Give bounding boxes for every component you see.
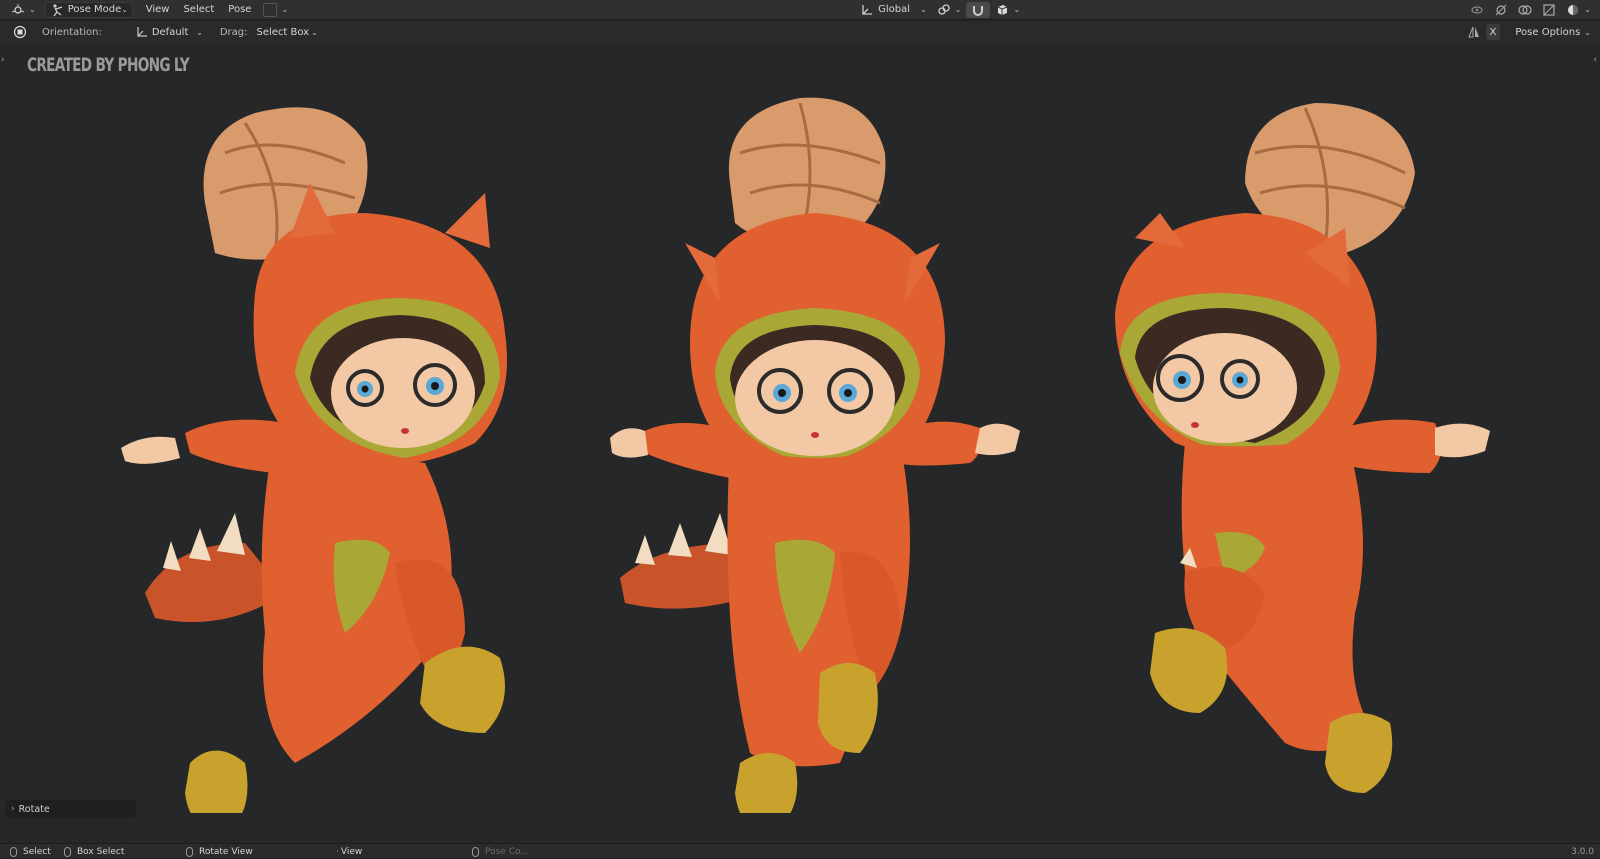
- orientation-global-icon: [860, 3, 874, 17]
- character-face: [1153, 333, 1297, 443]
- chevron-right-icon: ›: [11, 804, 15, 814]
- menu-view[interactable]: View: [139, 1, 177, 19]
- chevron-down-icon: ⌄: [196, 27, 203, 37]
- armature-pose-icon: [51, 3, 65, 17]
- status-rotate-view: Rotate View: [186, 844, 253, 859]
- active-tool-button[interactable]: [8, 24, 32, 40]
- mirror-toggle[interactable]: [1462, 24, 1486, 40]
- sidebar-expand-icon[interactable]: ‹: [1593, 55, 1597, 65]
- status-box-select-label: Box Select: [77, 846, 125, 857]
- orientation-selector[interactable]: Default ⌄: [130, 24, 208, 40]
- mouse-right-icon: [472, 846, 479, 857]
- character-render-left: [121, 107, 507, 813]
- link-icon: [937, 3, 951, 17]
- character-face: [331, 338, 475, 448]
- snap-options-button[interactable]: ⌄: [258, 2, 293, 18]
- chevron-down-icon: ⌄: [121, 5, 128, 14]
- cube-icon: [995, 3, 1009, 17]
- character-render-right: [1115, 103, 1490, 793]
- viewport-header: ⌄ Pose Mode ⌄ View Select Pose ⌄ Global …: [0, 0, 1600, 20]
- snap-toggle[interactable]: [966, 1, 991, 18]
- gizmo-icon: [1494, 3, 1508, 17]
- pose-options-dropdown[interactable]: Pose Options ⌄: [1510, 24, 1596, 40]
- version-label: 3.0.0: [1571, 846, 1594, 857]
- chevron-down-icon: ⌄: [1584, 27, 1591, 37]
- chevron-down-icon: ⌄: [311, 27, 318, 37]
- orientation-label: Orientation:: [42, 26, 102, 38]
- 3d-viewport[interactable]: › ‹ CREATED BY PHONG LY › Rotate: [0, 43, 1600, 843]
- xray-icon: [1542, 3, 1556, 17]
- mode-selector[interactable]: Pose Mode ⌄: [44, 1, 133, 18]
- orientation-value: Default: [151, 26, 189, 38]
- chevron-down-icon: ⌄: [29, 5, 36, 14]
- overlay-button[interactable]: [1513, 2, 1537, 18]
- editor-type-button[interactable]: ⌄: [6, 2, 41, 18]
- redo-panel-rotate[interactable]: › Rotate: [6, 800, 136, 818]
- overlay-icon: [1518, 3, 1532, 17]
- chevron-down-icon: ⌄: [954, 5, 962, 14]
- character-face: [735, 340, 895, 456]
- status-view: · View: [336, 844, 362, 859]
- dot-icon: ·: [336, 846, 339, 857]
- status-select-label: Select: [23, 846, 51, 857]
- status-bar: Select Box Select Rotate View · View Pos…: [0, 843, 1600, 858]
- status-pose-context: Pose Co...: [472, 844, 529, 859]
- menu-pose[interactable]: Pose: [221, 1, 258, 19]
- drag-value: Select Box: [256, 26, 310, 38]
- mouse-drag-icon: [64, 846, 71, 857]
- status-select: Select: [10, 844, 51, 859]
- eye-icon: [1470, 3, 1484, 17]
- mirror-icon: [263, 2, 278, 17]
- x-axis-mirror-button[interactable]: X: [1485, 24, 1501, 40]
- drag-label: Drag:: [219, 26, 248, 38]
- mode-label: Pose Mode: [67, 4, 122, 15]
- visibility-button[interactable]: [1465, 2, 1489, 18]
- editor-3d-view-icon: [11, 3, 25, 17]
- drag-selector[interactable]: Select Box ⌄: [251, 24, 322, 40]
- pose-options-label: Pose Options: [1515, 26, 1581, 38]
- menu-select[interactable]: Select: [176, 1, 221, 19]
- mouse-middle-icon: [186, 846, 193, 857]
- chevron-down-icon: ⌄: [1584, 5, 1591, 14]
- orientation-axis-icon: [135, 25, 149, 39]
- pivot-point-button[interactable]: ⌄: [932, 2, 967, 18]
- transform-orientation-selector[interactable]: Global ⌄: [855, 2, 932, 18]
- status-rotate-view-label: Rotate View: [199, 846, 253, 857]
- status-view-label: View: [340, 846, 363, 857]
- tool-settings-bar: Orientation: Default ⌄ Drag: Select Box …: [0, 21, 1600, 43]
- proportional-editing-button[interactable]: ⌄: [990, 2, 1025, 18]
- chevron-down-icon: ⌄: [920, 5, 927, 14]
- status-pose-context-label: Pose Co...: [485, 846, 529, 857]
- redo-panel-label: Rotate: [18, 803, 50, 815]
- transform-orientation-label: Global: [878, 4, 911, 15]
- dino-arms: [121, 419, 293, 473]
- shading-solid-icon: [1566, 3, 1580, 17]
- xray-button[interactable]: [1537, 2, 1561, 18]
- toolbar-expand-icon[interactable]: ›: [1, 55, 5, 65]
- status-box-select: Box Select: [64, 844, 124, 859]
- x-axis-label: X: [1489, 26, 1497, 38]
- chevron-down-icon: ⌄: [281, 5, 289, 14]
- shading-button[interactable]: ⌄: [1561, 2, 1596, 18]
- select-box-tool-icon: [13, 25, 27, 39]
- character-render-front: [610, 97, 1020, 813]
- chevron-down-icon: ⌄: [1013, 5, 1021, 14]
- magnet-icon: [971, 3, 985, 17]
- mouse-left-icon: [10, 846, 17, 857]
- gizmo-button[interactable]: [1489, 2, 1513, 18]
- mirror-icon: [1467, 25, 1481, 39]
